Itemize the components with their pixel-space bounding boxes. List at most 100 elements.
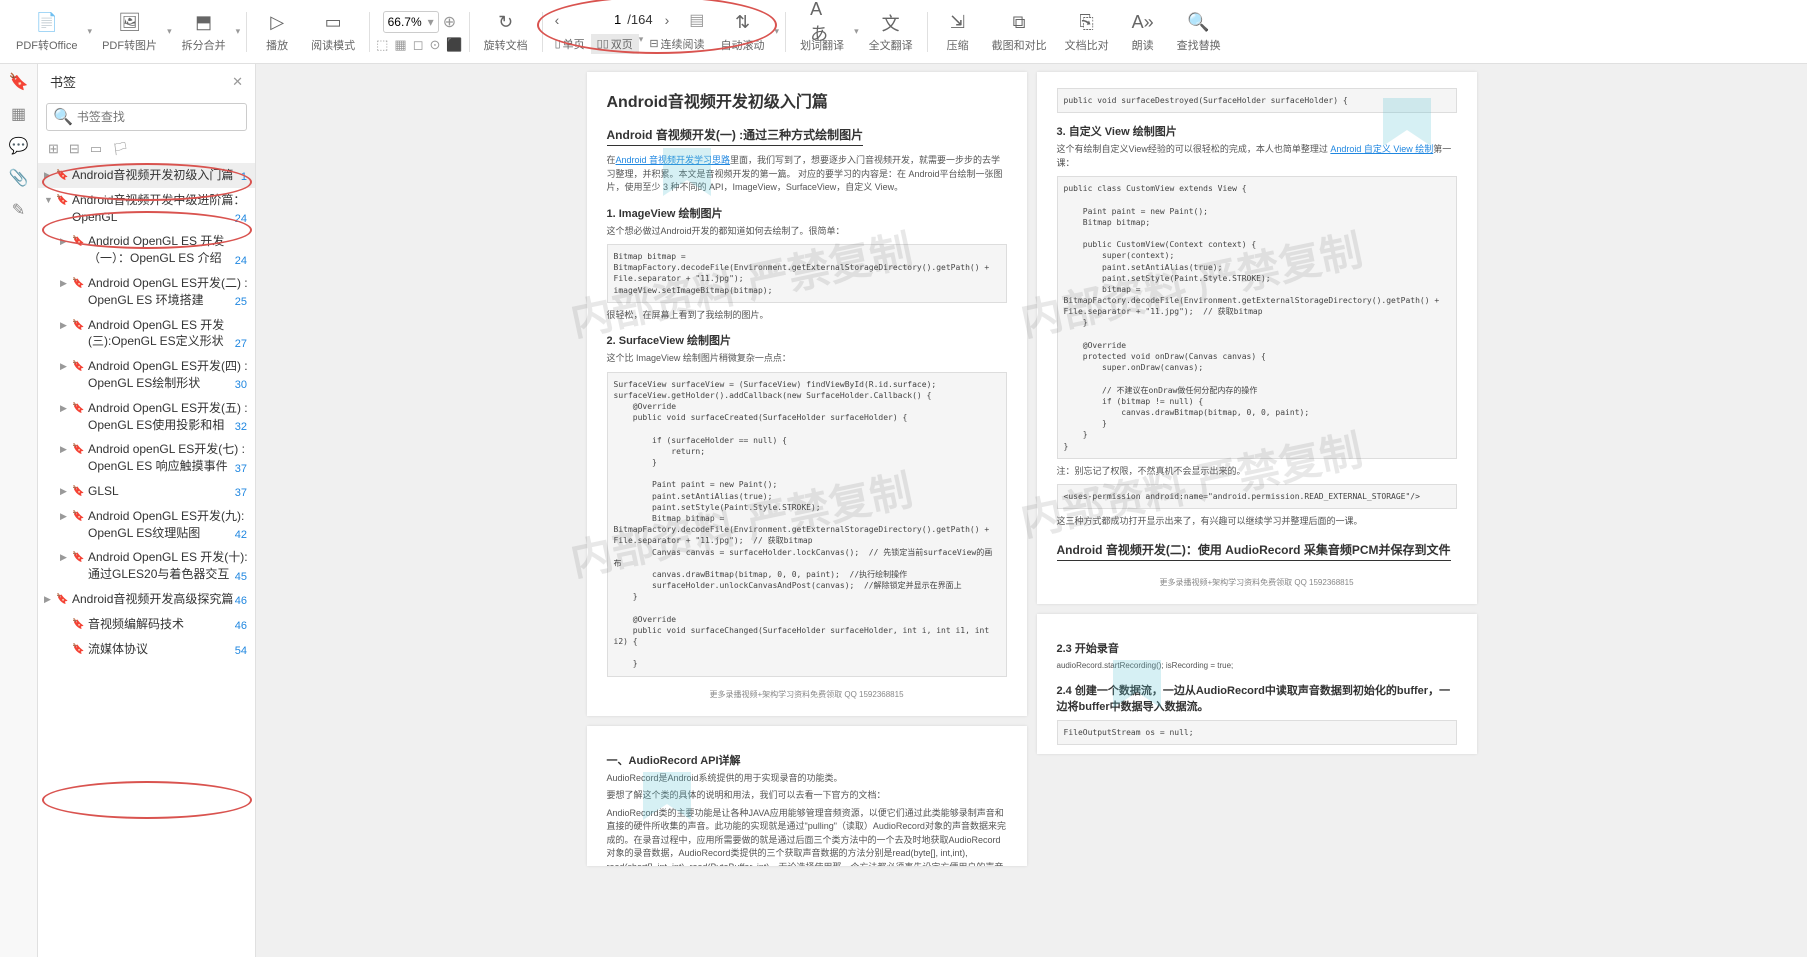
screenshot-compare[interactable]: ⧉截图和对比	[984, 9, 1055, 55]
bookmark-label: 音视频编解码技术	[88, 616, 249, 633]
bookmark-icon: 🔖	[72, 319, 84, 333]
signature-tab-icon[interactable]: ✎	[9, 200, 29, 220]
word-translate[interactable]: Aあ划词翻译	[792, 9, 852, 55]
bookmark-page: 30	[235, 378, 247, 393]
thumbnail-tab-icon[interactable]: ▦	[9, 104, 29, 124]
zoom-tool-icon[interactable]: ⊙	[430, 37, 441, 53]
next-page[interactable]: ›	[659, 12, 676, 28]
bookmark-item[interactable]: ▶🔖Android音视频开发高级探究篇46	[38, 587, 255, 612]
collapse-all-icon[interactable]: ⊟	[69, 141, 80, 157]
bookmark-item[interactable]: ▶🔖Android OpenGL ES 开发(十):通过GLES20与着色器交互…	[38, 545, 255, 587]
close-icon[interactable]: ✕	[232, 74, 243, 90]
page-total: /164	[627, 12, 652, 27]
play[interactable]: ▷播放	[253, 9, 301, 55]
expand-icon[interactable]: ▶	[60, 235, 72, 248]
comment-tab-icon[interactable]: 💬	[9, 136, 29, 156]
bookmark-search[interactable]: 🔍	[46, 103, 247, 131]
expand-icon[interactable]: ▶	[60, 551, 72, 564]
bookmark-page: 45	[235, 570, 247, 585]
bookmark-label: Android音视频开发初级入门篇	[72, 167, 249, 184]
bookmark-page: 42	[235, 528, 247, 543]
view-single[interactable]: ▯单页	[549, 34, 591, 54]
expand-icon[interactable]: ▼	[44, 194, 56, 207]
doc-compare[interactable]: ⎘文档比对	[1057, 9, 1117, 55]
bookmark-label: Android音视频开发中级进阶篇： OpenGL	[72, 192, 249, 226]
bookmark-page: 24	[235, 212, 247, 227]
actual-size-icon[interactable]: ◻	[413, 37, 424, 53]
bookmark-item[interactable]: ▶🔖 Android OpenGL ES 开发(三):OpenGL ES定义形状2…	[38, 313, 255, 355]
bookmark-icon: 🔖	[72, 277, 84, 291]
compress[interactable]: ⇲压缩	[934, 9, 982, 55]
bookmark-page: 46	[235, 619, 247, 634]
bookmark-title: 书签	[50, 72, 76, 91]
bookmark-item[interactable]: ▶🔖Android OpenGL ES开发(二) : OpenGL ES 环境搭…	[38, 271, 255, 313]
bookmark-label: Android openGL ES开发(七) : OpenGL ES 响应触摸事…	[88, 441, 249, 475]
expand-icon[interactable]: ▶	[60, 277, 72, 290]
bookmark-label: Android OpenGL ES 开发（一）：OpenGL ES 介绍	[88, 233, 249, 267]
fit-page-icon[interactable]: ▦	[394, 37, 406, 53]
zoom-level[interactable]: 66.7% ▾	[383, 11, 439, 33]
new-bookmark-icon[interactable]: ▭	[90, 141, 102, 157]
page-input[interactable]	[571, 12, 621, 27]
bookmark-icon: 🔖	[72, 551, 84, 565]
expand-icon[interactable]: ▶	[44, 169, 56, 182]
bookmark-icon: 🔖	[56, 194, 68, 208]
auto-scroll[interactable]: ⇅自动滚动	[713, 9, 773, 55]
bookmark-icon: 🔖	[56, 169, 68, 183]
expand-icon[interactable]: ▶	[60, 402, 72, 415]
bookmark-item[interactable]: ▶🔖GLSL37	[38, 479, 255, 504]
read-mode[interactable]: ▭阅读模式	[303, 9, 363, 55]
bookmark-tab-icon[interactable]: 🔖	[9, 72, 29, 92]
bookmark-label: Android OpenGL ES 开发(三):OpenGL ES定义形状	[88, 317, 249, 351]
rotate-doc[interactable]: ↻旋转文档	[476, 9, 536, 55]
view-double[interactable]: ▯▯双页	[591, 34, 639, 54]
bookmark-item[interactable]: ▶🔖Android OpenGL ES开发(九): OpenGL ES纹理贴图4…	[38, 504, 255, 546]
expand-icon[interactable]: ▶	[60, 319, 72, 332]
pdf-page: 一、AudioRecord API详解 AudioRecord是Android系…	[587, 726, 1027, 866]
read-aloud[interactable]: A»朗读	[1119, 9, 1167, 55]
split-merge[interactable]: ⬒拆分合并	[174, 9, 234, 55]
bookmark-options-icon[interactable]: 🏳	[112, 141, 129, 157]
bookmark-item[interactable]: 🔖流媒体协议54	[38, 637, 255, 662]
page-navigator: ‹ /164 › ▤	[549, 10, 711, 30]
sidebar-tabs: 🔖 ▦ 💬 📎 ✎	[0, 64, 38, 957]
bookmark-tree: ▶🔖Android音视频开发初级入门篇1▼🔖Android音视频开发中级进阶篇：…	[38, 163, 255, 957]
expand-icon[interactable]: ▶	[60, 360, 72, 373]
expand-all-icon[interactable]: ⊞	[48, 141, 59, 157]
pdf-to-image[interactable]: 🖼PDF转图片	[94, 9, 165, 55]
bookmark-item[interactable]: ▶🔖Android音视频开发初级入门篇1	[38, 163, 255, 188]
bookmark-label: Android音视频开发高级探究篇	[72, 591, 249, 608]
find-replace[interactable]: 🔍查找替换	[1169, 9, 1229, 55]
pdf-to-office[interactable]: 📄PDF转Office	[8, 9, 86, 55]
bookmark-item[interactable]: 🔖音视频编解码技术46	[38, 612, 255, 637]
bookmark-label: Android OpenGL ES开发(九): OpenGL ES纹理贴图	[88, 508, 249, 542]
expand-icon[interactable]: ▶	[44, 593, 56, 606]
search-icon: 🔍	[53, 107, 73, 127]
expand-icon[interactable]: ▶	[60, 510, 72, 523]
full-translate[interactable]: 文全文翻译	[861, 9, 921, 55]
main-toolbar: 📄PDF转Office ▾ 🖼PDF转图片 ▾ ⬒拆分合并 ▾ ▷播放 ▭阅读模…	[0, 0, 1807, 64]
bookmark-page: 25	[235, 295, 247, 310]
view-continuous[interactable]: ⊟连续阅读	[643, 34, 710, 54]
prev-page[interactable]: ‹	[549, 12, 566, 28]
bookmark-search-input[interactable]	[77, 110, 240, 124]
bookmark-item[interactable]: ▼🔖 Android音视频开发中级进阶篇： OpenGL24	[38, 188, 255, 230]
attachment-tab-icon[interactable]: 📎	[9, 168, 29, 188]
bookmark-item[interactable]: ▶🔖Android OpenGL ES开发(五) : OpenGL ES使用投影…	[38, 396, 255, 438]
zoom-in-icon[interactable]: ⊕	[443, 12, 456, 32]
fit-width-icon[interactable]: ⬚	[376, 37, 388, 53]
marquee-icon[interactable]: ⬛	[446, 37, 462, 53]
bookmark-page: 27	[235, 337, 247, 352]
bookmark-page: 37	[235, 486, 247, 501]
page-layout-icon[interactable]: ▤	[689, 10, 704, 30]
document-area[interactable]: 内部资料 严禁复制 内部资料 严禁复制 Android音视频开发初级入门篇 An…	[256, 64, 1807, 957]
bookmark-item[interactable]: ▶🔖Android OpenGL ES 开发（一）：OpenGL ES 介绍24	[38, 229, 255, 271]
bookmark-item[interactable]: ▶🔖Android openGL ES开发(七) : OpenGL ES 响应触…	[38, 437, 255, 479]
bookmark-label: 流媒体协议	[88, 641, 249, 658]
bookmark-icon: 🔖	[72, 402, 84, 416]
expand-icon[interactable]: ▶	[60, 443, 72, 456]
bookmark-item[interactable]: ▶🔖Android OpenGL ES开发(四) : OpenGL ES绘制形状…	[38, 354, 255, 396]
pdf-page: 内部资料 严禁复制 内部资料 严禁复制 Android音视频开发初级入门篇 An…	[587, 72, 1027, 716]
expand-icon[interactable]: ▶	[60, 485, 72, 498]
bookmark-page: 46	[235, 594, 247, 609]
